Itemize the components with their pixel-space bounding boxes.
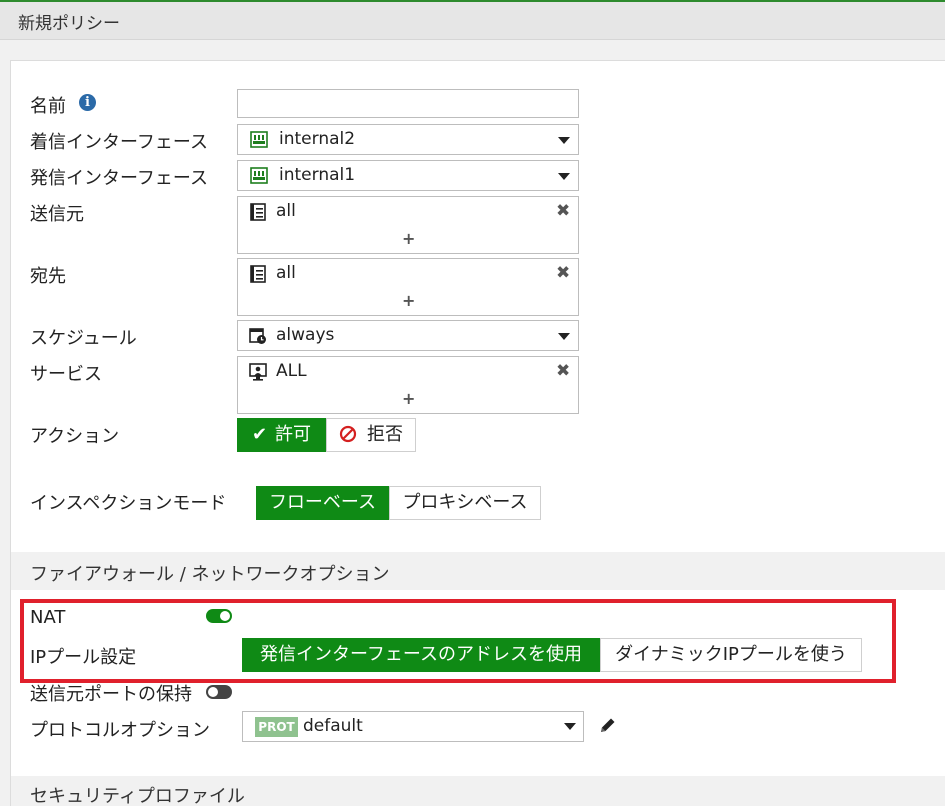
address-icon — [250, 203, 266, 221]
chevron-down-icon — [558, 333, 570, 340]
accept-button-label: 許可 — [275, 424, 312, 445]
remove-icon[interactable]: ✖ — [556, 363, 570, 380]
destination-label: 宛先 — [30, 266, 66, 287]
info-icon[interactable]: i — [79, 94, 96, 111]
destination-field[interactable]: all ✖ + — [237, 258, 579, 316]
firewall-section-title: ファイアウォール / ネットワークオプション — [30, 564, 390, 585]
action-label: アクション — [30, 426, 120, 447]
proxy-based-button[interactable]: プロキシベース — [389, 486, 541, 520]
highlight-box — [20, 599, 896, 683]
chevron-down-icon — [564, 723, 576, 730]
preserve-source-port-toggle[interactable] — [206, 685, 232, 699]
add-icon[interactable]: + — [402, 391, 415, 407]
incoming-interface-select[interactable]: internal2 — [237, 124, 579, 155]
preserve-source-port-label: 送信元ポートの保持 — [30, 684, 192, 705]
check-icon: ✔ — [251, 424, 268, 445]
incoming-interface-label: 着信インターフェース — [30, 132, 209, 153]
service-field[interactable]: ALL ✖ + — [237, 356, 579, 414]
name-label: 名前 — [30, 96, 66, 117]
schedule-label: スケジュール — [30, 328, 137, 349]
outgoing-interface-value: internal1 — [279, 165, 356, 185]
schedule-value: always — [276, 325, 335, 345]
destination-value: all — [276, 263, 296, 283]
incoming-interface-value: internal2 — [279, 129, 356, 149]
deny-button[interactable]: 拒否 — [326, 418, 416, 452]
name-input[interactable] — [237, 89, 579, 118]
schedule-icon — [249, 328, 266, 344]
schedule-select[interactable]: always — [237, 320, 579, 351]
chevron-down-icon — [558, 137, 570, 144]
deny-button-label: 拒否 — [367, 424, 403, 445]
remove-icon[interactable]: ✖ — [556, 265, 570, 282]
security-section-title: セキュリティプロファイル — [30, 786, 245, 806]
remove-icon[interactable]: ✖ — [556, 203, 570, 220]
edit-icon[interactable] — [598, 716, 617, 735]
firewall-section-header: ファイアウォール / ネットワークオプション — [11, 552, 945, 590]
source-label: 送信元 — [30, 204, 84, 225]
port-icon — [250, 167, 268, 184]
page-title: 新規ポリシー — [18, 14, 120, 34]
protocol-options-value: default — [303, 716, 363, 736]
deny-icon — [339, 425, 357, 443]
address-icon — [250, 265, 266, 283]
prot-badge: PROT — [255, 717, 298, 737]
source-value: all — [276, 201, 296, 221]
add-icon[interactable]: + — [402, 231, 415, 247]
inspection-mode-label: インスペクションモード — [30, 493, 227, 514]
flow-based-button[interactable]: フローベース — [256, 486, 389, 520]
outgoing-interface-label: 発信インターフェース — [30, 168, 209, 189]
accept-button[interactable]: ✔ 許可 — [237, 418, 326, 452]
page-header: 新規ポリシー — [0, 2, 945, 40]
service-value: ALL — [276, 361, 307, 381]
outgoing-interface-select[interactable]: internal1 — [237, 160, 579, 191]
service-icon — [249, 363, 267, 381]
chevron-down-icon — [558, 173, 570, 180]
service-label: サービス — [30, 364, 102, 385]
source-field[interactable]: all ✖ + — [237, 196, 579, 254]
protocol-options-label: プロトコルオプション — [30, 720, 210, 741]
add-icon[interactable]: + — [402, 293, 415, 309]
security-section-header: セキュリティプロファイル — [11, 776, 945, 806]
port-icon — [250, 131, 268, 148]
